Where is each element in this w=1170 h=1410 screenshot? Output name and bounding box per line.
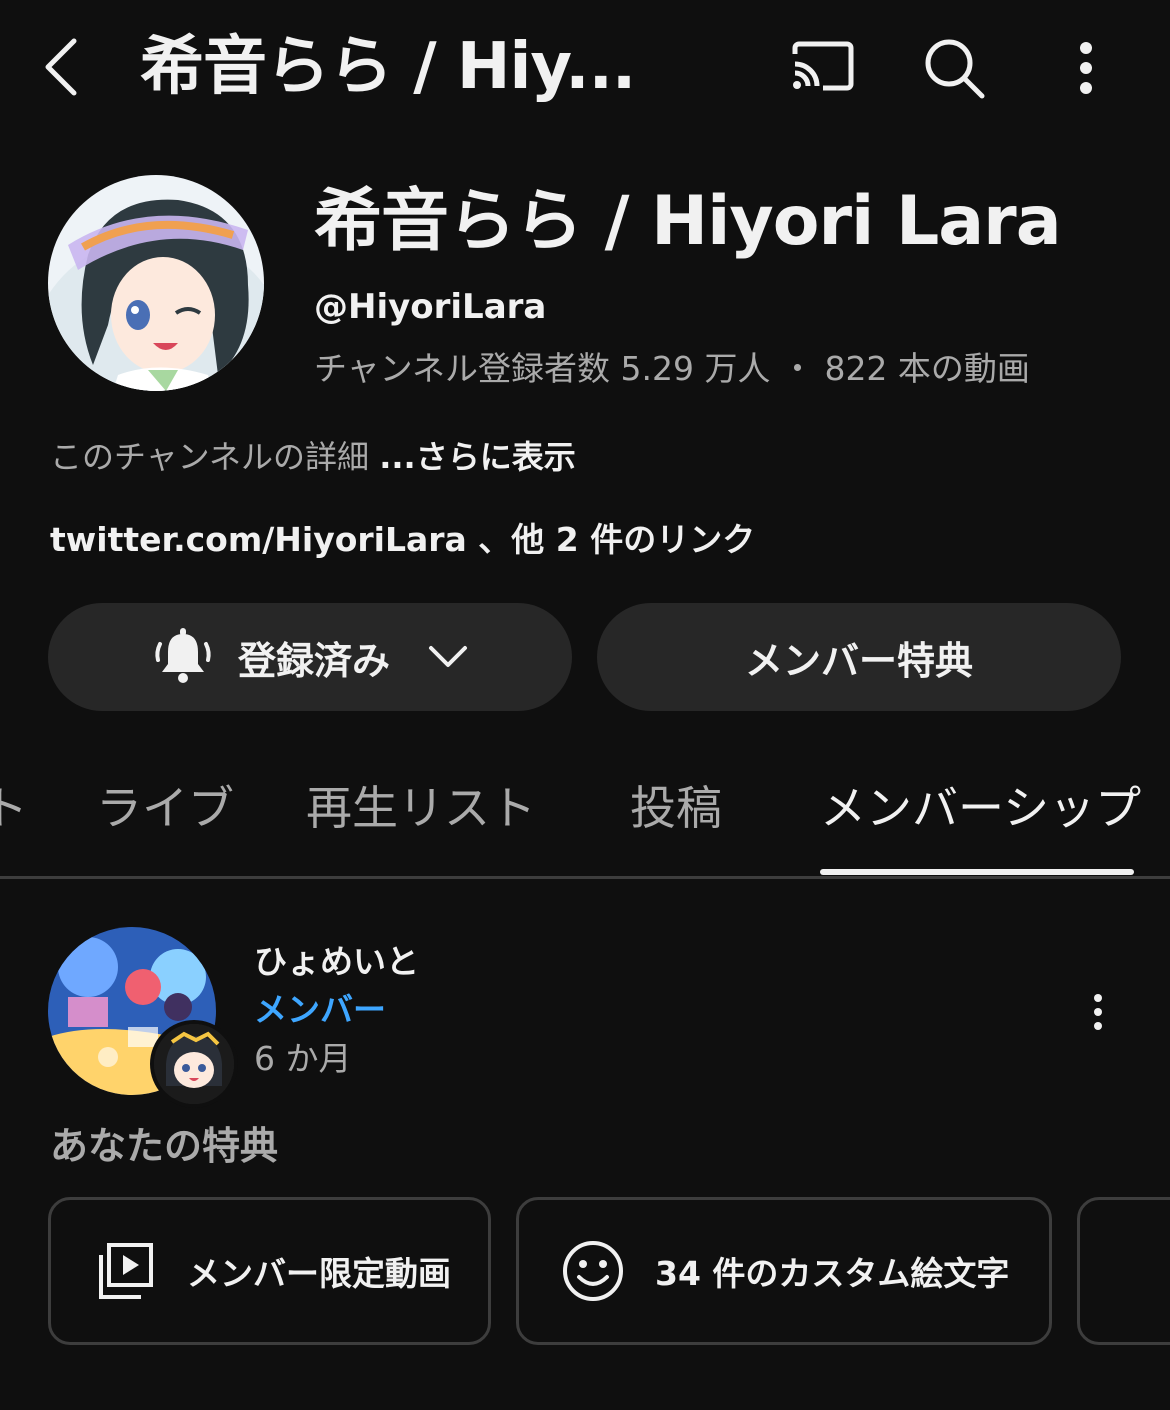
perk-card-partial[interactable] <box>1077 1197 1170 1345</box>
member-level: メンバー <box>254 990 386 1029</box>
channel-links[interactable]: twitter.com/HiyoriLara 、他 2 件のリンク <box>50 517 755 563</box>
active-tab-indicator <box>820 869 1134 875</box>
more-options-button[interactable] <box>1050 32 1122 104</box>
subscribed-button[interactable]: 登録済み <box>48 603 572 711</box>
member-emoji-avatar <box>150 1020 238 1108</box>
about-text: このチャンネルの詳細 <box>50 438 380 476</box>
perks-heading: あなたの特典 <box>50 1124 279 1168</box>
perk-card-members-only-videos[interactable]: メンバー限定動画 <box>48 1197 491 1345</box>
more-vertical-icon <box>1080 42 1092 94</box>
tab-posts[interactable]: 投稿 <box>630 780 722 836</box>
app-bar-title: 希音らら / Hiy... <box>140 30 636 104</box>
tab-membership[interactable]: メンバーシップ <box>820 780 1141 836</box>
video-library-icon <box>99 1243 153 1299</box>
search-icon <box>925 39 985 99</box>
top-app-bar: 希音らら / Hiy... <box>0 0 1170 134</box>
member-perks-button[interactable]: メンバー特典 <box>597 603 1121 711</box>
perk-label: 34 件のカスタム絵文字 <box>655 1254 1010 1293</box>
channel-page: 希音らら / Hiy... 希音らら / Hiyori Lara @Hiyori… <box>0 0 1170 1410</box>
member-duration: 6 か月 <box>254 1039 352 1078</box>
chevron-down-icon <box>429 646 467 667</box>
channel-tabs: ト ライブ 再生リスト 投稿 メンバーシップ <box>0 760 1170 878</box>
cast-icon <box>792 41 854 91</box>
cast-button[interactable] <box>786 32 858 104</box>
tabs-divider <box>0 876 1170 879</box>
perk-card-custom-emoji[interactable]: 34 件のカスタム絵文字 <box>516 1197 1052 1345</box>
more-vertical-icon <box>1094 994 1102 1030</box>
channel-stats: チャンネル登録者数 5.29 万人 ・ 822 本の動画 <box>314 349 1030 388</box>
subscribed-label: 登録済み <box>237 638 390 683</box>
channel-handle: @HiyoriLara <box>314 287 547 327</box>
membership-more-button[interactable] <box>1070 984 1126 1040</box>
smiley-icon <box>563 1241 623 1301</box>
tab-partial[interactable]: ト <box>0 780 28 836</box>
bell-icon <box>155 628 211 683</box>
tab-live[interactable]: ライブ <box>96 780 234 836</box>
tab-playlists[interactable]: 再生リスト <box>306 780 536 836</box>
search-button[interactable] <box>918 32 990 104</box>
back-button[interactable] <box>30 28 90 106</box>
show-more-link[interactable]: ...さらに表示 <box>379 438 575 476</box>
member-nickname: ひょめいと <box>254 942 419 981</box>
chevron-left-icon <box>45 38 77 96</box>
perk-label: メンバー限定動画 <box>187 1254 451 1293</box>
channel-name: 希音らら / Hiyori Lara <box>314 182 1062 261</box>
channel-about[interactable]: このチャンネルの詳細 ...さらに表示 <box>50 435 576 479</box>
member-perks-label: メンバー特典 <box>744 638 973 683</box>
channel-avatar[interactable] <box>48 175 264 391</box>
